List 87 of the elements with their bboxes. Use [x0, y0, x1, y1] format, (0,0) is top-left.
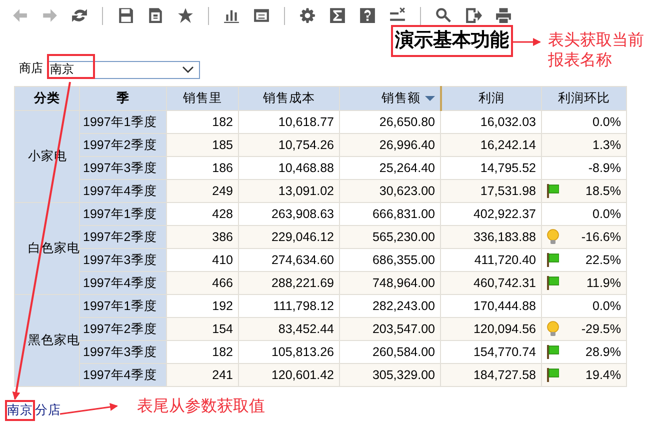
- sort-arrow-icon[interactable]: [424, 96, 434, 102]
- sigma-icon[interactable]: [329, 7, 346, 24]
- search-icon[interactable]: [435, 7, 452, 24]
- column-header[interactable]: 利润: [440, 86, 542, 110]
- save-icon[interactable]: [117, 7, 134, 24]
- table-cell: 26,996.40: [340, 134, 440, 156]
- chevron-down-icon: [182, 66, 194, 74]
- table-cell: 19.4%: [586, 368, 621, 382]
- annotation-note: 表尾从参数获取值: [137, 397, 265, 417]
- report-footer: 南京分店: [5, 402, 61, 419]
- column-header[interactable]: 销售额: [340, 86, 440, 110]
- annotation-arrow: [60, 403, 118, 415]
- star-icon[interactable]: [177, 7, 194, 24]
- column-header[interactable]: 季: [80, 86, 166, 110]
- table-cell: -8.9%: [588, 161, 621, 175]
- lightbulb-icon: [547, 229, 559, 245]
- category-cell: 白色家电: [14, 202, 80, 294]
- table-cell: 13,091.02: [238, 180, 340, 202]
- table-cell: 565,230.00: [340, 226, 440, 248]
- table-cell: 154: [166, 318, 238, 340]
- table-cell: 288,221.69: [238, 272, 340, 294]
- flag-icon: [547, 184, 559, 198]
- table-cell: -29.5%: [581, 322, 621, 336]
- table-cell: 22.5%: [586, 253, 621, 267]
- bar-chart-icon[interactable]: [223, 7, 240, 24]
- table-cell: 11.9%: [586, 276, 621, 290]
- column-header[interactable]: 利润环比: [542, 86, 626, 110]
- table-cell: 10,754.26: [238, 134, 340, 156]
- quarter-cell: 1997年3季度: [80, 156, 166, 180]
- table-cell: 386: [166, 226, 238, 248]
- store-dropdown[interactable]: 南京: [47, 54, 200, 79]
- store-label: 商店: [19, 60, 43, 77]
- help-icon[interactable]: [359, 7, 376, 24]
- quarter-cell: 1997年2季度: [80, 318, 166, 340]
- quarter-cell: 1997年1季度: [80, 294, 166, 318]
- table-cell: 17,531.98: [440, 180, 542, 202]
- table-cell: 185: [166, 134, 238, 156]
- table-cell: 18.5%: [586, 184, 621, 198]
- exit-icon[interactable]: [465, 7, 482, 24]
- table-cell: 1.3%: [592, 138, 621, 152]
- quarter-cell: 1997年1季度: [80, 202, 166, 226]
- lightbulb-icon: [547, 321, 559, 337]
- quarter-cell: 1997年1季度: [80, 110, 166, 134]
- layout-icon[interactable]: [253, 7, 270, 24]
- clear-icon[interactable]: [389, 7, 406, 24]
- table-cell: 203,547.00: [340, 318, 440, 340]
- table-cell: 466: [166, 272, 238, 294]
- document-icon[interactable]: [147, 7, 164, 24]
- flag-icon: [547, 276, 559, 290]
- annotation-note: 表头获取当前报表名称: [548, 31, 645, 71]
- table-cell: 0.0%: [592, 207, 621, 221]
- quarter-cell: 1997年4季度: [80, 272, 166, 294]
- table-cell: -16.6%: [581, 230, 621, 244]
- table-cell: 83,452.44: [238, 318, 340, 340]
- print-icon[interactable]: [495, 7, 512, 24]
- table-cell: 120,601.42: [238, 364, 340, 386]
- quarter-cell: 1997年2季度: [80, 226, 166, 248]
- table-cell: 28.9%: [586, 345, 621, 359]
- quarter-cell: 1997年4季度: [80, 180, 166, 202]
- annotation-arrow: [513, 38, 541, 46]
- refresh-icon[interactable]: [71, 7, 88, 24]
- table-cell: 120,094.56: [440, 318, 542, 340]
- quarter-cell: 1997年4季度: [80, 364, 166, 386]
- table-cell: 16,242.14: [440, 134, 542, 156]
- category-cell: 黑色家电: [14, 294, 80, 386]
- table-cell: 184,727.58: [440, 364, 542, 386]
- table-cell: 249: [166, 180, 238, 202]
- table-cell: 305,329.00: [340, 364, 440, 386]
- table-cell: 336,183.88: [440, 226, 542, 248]
- table-cell: 241: [166, 364, 238, 386]
- table-cell: 229,046.12: [238, 226, 340, 248]
- flag-icon: [547, 253, 559, 267]
- quarter-cell: 1997年3季度: [80, 248, 166, 272]
- settings-icon[interactable]: [299, 7, 316, 24]
- table-cell: 30,623.00: [340, 180, 440, 202]
- column-header[interactable]: 销售成本: [238, 86, 340, 110]
- column-header[interactable]: 分类: [14, 86, 80, 110]
- report-title: 演示基本功能: [391, 25, 513, 57]
- quarter-cell: 1997年3季度: [80, 340, 166, 364]
- table-cell: 0.0%: [592, 299, 621, 313]
- column-header[interactable]: 销售里: [166, 86, 238, 110]
- table-cell: 460,742.31: [440, 272, 542, 294]
- flag-icon: [547, 345, 559, 359]
- table-cell: 0.0%: [592, 115, 621, 129]
- quarter-cell: 1997年2季度: [80, 134, 166, 156]
- table-cell: 748,964.00: [340, 272, 440, 294]
- flag-icon: [547, 368, 559, 382]
